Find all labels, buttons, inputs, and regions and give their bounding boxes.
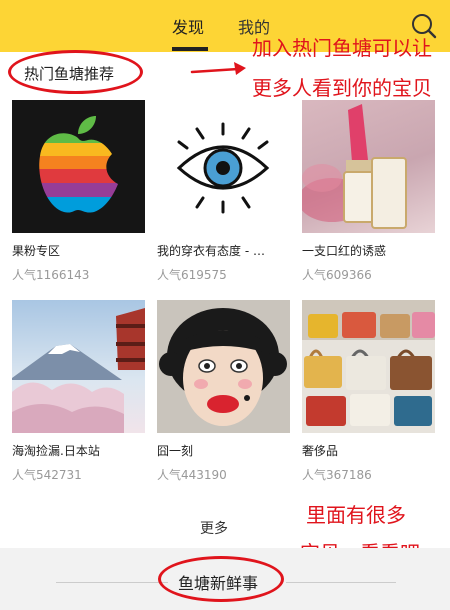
pond-thumbnail-eye: [157, 100, 290, 233]
pond-thumbnail-funny-face: [157, 300, 290, 433]
pond-popularity: 人气609366: [302, 268, 372, 282]
annotation-circle-bottom: [158, 556, 284, 602]
tab-discover[interactable]: 发现: [172, 14, 204, 38]
more-button[interactable]: 更多: [200, 518, 228, 538]
annotation-circle-title: [8, 50, 143, 94]
pond-popularity: 人气443190: [157, 468, 227, 482]
divider-left: [56, 582, 168, 583]
annotation-bottom-line1: 里面有很多: [306, 503, 406, 527]
pond-name: 一支口红的诱惑: [302, 244, 387, 258]
annotation-note-line2: 更多人看到你的宝贝: [252, 76, 432, 100]
pond-name: 奢侈品: [302, 444, 339, 458]
pond-name: 果粉专区: [12, 244, 61, 258]
pond-thumbnail-apple: [12, 100, 145, 233]
pond-popularity: 人气542731: [12, 468, 82, 482]
pond-thumbnail-japan: [12, 300, 145, 433]
pond-name: 囧一刻: [157, 444, 194, 458]
pond-popularity: 人气619575: [157, 268, 227, 282]
active-tab-indicator: [172, 47, 208, 51]
annotation-note-line1: 加入热门鱼塘可以让: [252, 36, 432, 60]
pond-name: 海淘捡漏.日本站: [12, 444, 100, 458]
pond-name: 我的穿衣有态度 - …: [157, 244, 265, 258]
pond-thumbnail-lipstick: [302, 100, 435, 233]
divider-right: [286, 582, 396, 583]
annotation-arrow-top: [190, 62, 246, 75]
pond-popularity: 人气367186: [302, 468, 372, 482]
pond-popularity: 人气1166143: [12, 268, 90, 282]
pond-thumbnail-handbags: [302, 300, 435, 433]
